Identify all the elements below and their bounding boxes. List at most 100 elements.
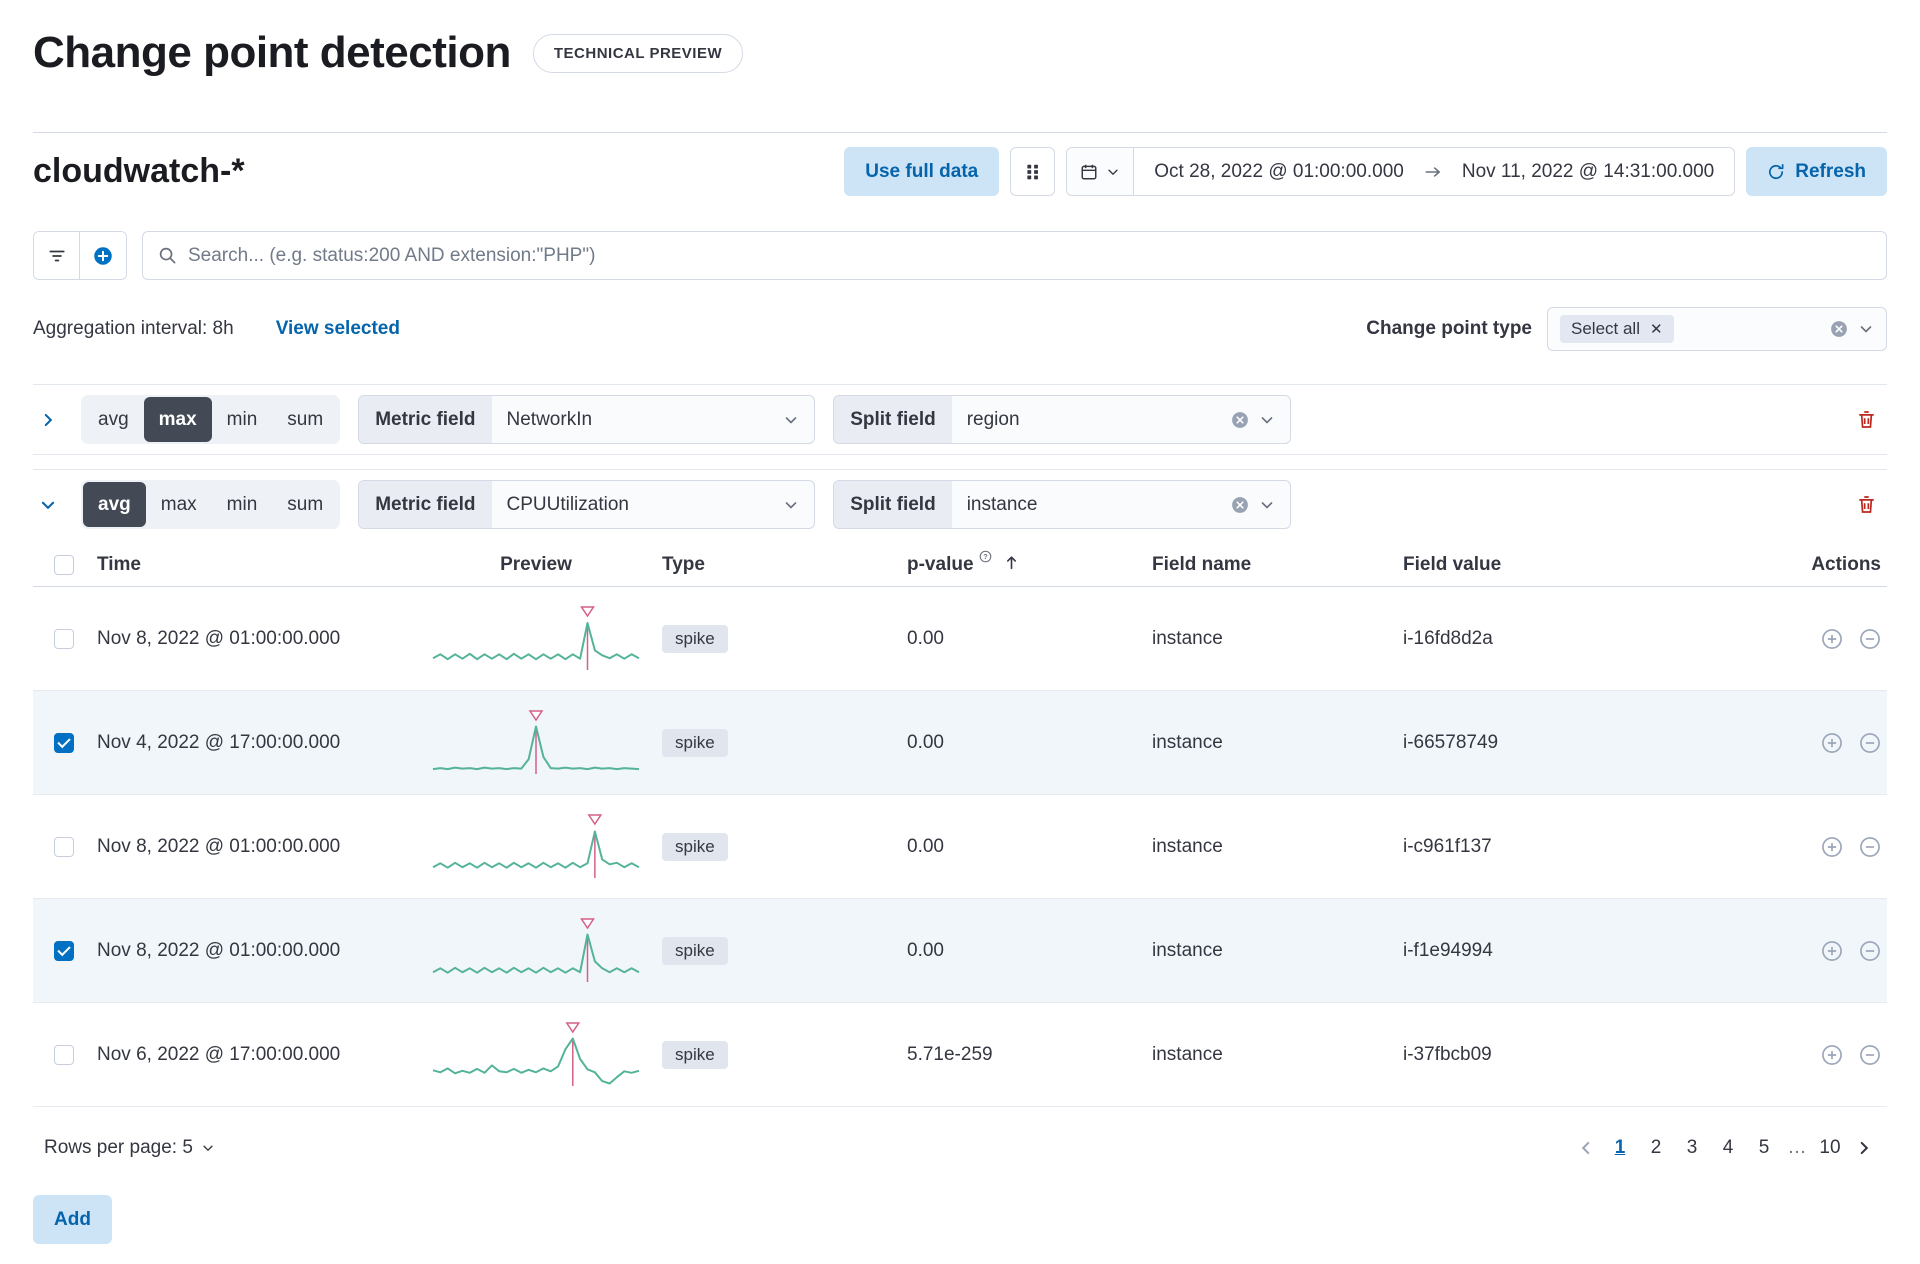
- refresh-label: Refresh: [1795, 160, 1866, 182]
- row-checkbox[interactable]: [54, 628, 74, 649]
- delete-config-button[interactable]: [1845, 399, 1887, 441]
- header-field-value: Field value: [1403, 553, 1502, 575]
- filter-for-value-icon[interactable]: [1821, 1044, 1843, 1066]
- trash-icon: [1856, 409, 1877, 430]
- page-number[interactable]: 2: [1641, 1131, 1671, 1165]
- split-field-control: Split field region: [833, 395, 1292, 444]
- header-divider: [33, 132, 1887, 133]
- row-pvalue: 0.00: [907, 835, 944, 857]
- filter-for-value-icon[interactable]: [1821, 732, 1843, 754]
- row-field-name: instance: [1152, 1043, 1223, 1065]
- row-checkbox[interactable]: [54, 836, 74, 857]
- agg-avg-button[interactable]: avg: [83, 397, 144, 442]
- date-quick-select-button[interactable]: [1067, 148, 1135, 195]
- metric-field-value: CPUUtilization: [506, 493, 629, 515]
- date-range-end[interactable]: Nov 11, 2022 @ 14:31:00.000: [1442, 148, 1734, 195]
- clear-split-field-icon[interactable]: [1231, 496, 1249, 514]
- chevron-right-icon: [1855, 1139, 1873, 1157]
- clear-selection-icon[interactable]: [1830, 320, 1848, 338]
- meta-right: Change point type Select all ✕: [1366, 307, 1887, 351]
- page-number[interactable]: 1: [1605, 1131, 1635, 1165]
- chevron-down-icon[interactable]: [1858, 321, 1874, 337]
- aggregation-function-group: avg max min sum: [81, 480, 341, 529]
- filter-icon: [48, 247, 66, 265]
- page-number[interactable]: 10: [1815, 1131, 1845, 1165]
- metric-field-select[interactable]: NetworkIn: [492, 396, 815, 443]
- header-actions: Actions: [1811, 553, 1881, 575]
- agg-min-button[interactable]: min: [212, 397, 273, 442]
- change-point-type-combobox[interactable]: Select all ✕: [1547, 307, 1887, 351]
- header-preview: Preview: [500, 553, 572, 575]
- filter-out-value-icon[interactable]: [1859, 1044, 1881, 1066]
- split-field-select[interactable]: instance: [952, 481, 1291, 528]
- preview-sparkline-chart: [429, 605, 643, 673]
- plus-in-circle-icon: [93, 246, 113, 266]
- boxes-vertical-icon: [1026, 163, 1040, 181]
- table-row: Nov 4, 2022 @ 17:00:00.000 spike 0.00 in…: [33, 691, 1887, 795]
- toolbar-row: cloudwatch-* Use full data Oct 28, 2022 …: [33, 147, 1887, 196]
- filter-for-value-icon[interactable]: [1821, 940, 1843, 962]
- clear-split-field-icon[interactable]: [1231, 411, 1249, 429]
- filter-button-group: [33, 231, 127, 280]
- use-full-data-button[interactable]: Use full data: [844, 147, 1000, 196]
- agg-sum-button[interactable]: sum: [272, 397, 338, 442]
- page-ellipsis: …: [1787, 1137, 1807, 1158]
- row-field-value: i-16fd8d2a: [1403, 627, 1493, 649]
- remove-pill-icon[interactable]: ✕: [1650, 322, 1663, 337]
- agg-max-button[interactable]: max: [146, 482, 212, 527]
- super-date-picker: Oct 28, 2022 @ 01:00:00.000 Nov 11, 2022…: [1066, 147, 1736, 196]
- selected-type-pill: Select all ✕: [1560, 315, 1674, 343]
- split-field-label: Split field: [834, 481, 952, 528]
- add-filter-button[interactable]: [80, 232, 126, 279]
- page-number[interactable]: 5: [1749, 1131, 1779, 1165]
- split-field-controls: [1231, 496, 1275, 514]
- preview-sparkline-chart: [429, 917, 643, 985]
- page-number[interactable]: 3: [1677, 1131, 1707, 1165]
- refresh-button[interactable]: Refresh: [1746, 147, 1887, 196]
- row-field-value: i-c961f137: [1403, 835, 1492, 857]
- agg-min-button[interactable]: min: [212, 482, 273, 527]
- row-checkbox[interactable]: [54, 732, 74, 753]
- filter-out-value-icon[interactable]: [1859, 836, 1881, 858]
- agg-sum-button[interactable]: sum: [272, 482, 338, 527]
- boxes-vertical-button[interactable]: [1010, 147, 1056, 196]
- type-badge: spike: [662, 936, 728, 965]
- search-input[interactable]: [188, 244, 1871, 267]
- split-field-select[interactable]: region: [952, 396, 1291, 443]
- metric-field-select[interactable]: CPUUtilization: [492, 481, 815, 528]
- metric-field-control: Metric field CPUUtilization: [358, 480, 816, 529]
- date-range-start[interactable]: Oct 28, 2022 @ 01:00:00.000: [1134, 148, 1424, 195]
- select-all-checkbox[interactable]: [54, 554, 74, 575]
- delete-config-button[interactable]: [1845, 484, 1887, 526]
- add-config-button[interactable]: Add: [33, 1195, 112, 1244]
- filter-out-value-icon[interactable]: [1859, 732, 1881, 754]
- chevron-down-icon: [39, 496, 57, 514]
- calendar-icon: [1080, 163, 1098, 181]
- rows-per-page-button[interactable]: Rows per page: 5: [44, 1137, 215, 1159]
- collapse-config-button[interactable]: [33, 490, 63, 520]
- agg-avg-button[interactable]: avg: [83, 482, 146, 527]
- expand-config-button[interactable]: [33, 405, 63, 435]
- header-field-name: Field name: [1152, 553, 1252, 575]
- filter-for-value-icon[interactable]: [1821, 836, 1843, 858]
- aggregation-interval-text: Aggregation interval: 8h: [33, 318, 234, 339]
- row-pvalue: 0.00: [907, 627, 944, 649]
- header-pvalue-sort[interactable]: p-value ?: [907, 550, 1020, 576]
- agg-max-button[interactable]: max: [143, 397, 212, 442]
- row-checkbox[interactable]: [54, 1044, 74, 1065]
- filter-out-value-icon[interactable]: [1859, 940, 1881, 962]
- toolbar-right: Use full data Oct 28, 2022 @ 01:00:00.00…: [844, 147, 1887, 196]
- next-page-button[interactable]: [1851, 1135, 1877, 1161]
- row-field-name: instance: [1152, 939, 1223, 961]
- chevron-down-icon: [1259, 497, 1275, 513]
- previous-page-button[interactable]: [1573, 1135, 1599, 1161]
- view-selected-link[interactable]: View selected: [276, 318, 400, 340]
- trash-icon: [1856, 494, 1877, 515]
- page-number[interactable]: 4: [1713, 1131, 1743, 1165]
- row-checkbox[interactable]: [54, 940, 74, 961]
- filter-for-value-icon[interactable]: [1821, 628, 1843, 650]
- filter-out-value-icon[interactable]: [1859, 628, 1881, 650]
- table-footer: Rows per page: 5 1 2 3 4 5 … 10: [33, 1107, 1887, 1191]
- metric-field-control: Metric field NetworkIn: [358, 395, 816, 444]
- filter-button[interactable]: [34, 232, 80, 279]
